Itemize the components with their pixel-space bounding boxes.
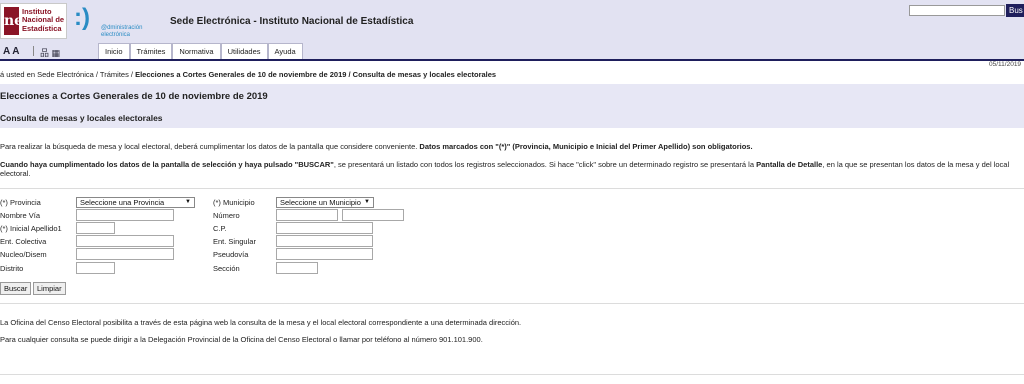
- info-paragraph-2: Para cualquier consulta se puede dirigir…: [0, 335, 483, 344]
- breadcrumb-path[interactable]: á usted en Sede Electrónica / Trámites /: [0, 70, 135, 79]
- nucleo-label: Nucleo/Disem: [0, 250, 47, 259]
- buscar-button[interactable]: Buscar: [0, 282, 32, 295]
- nucleo-input[interactable]: [76, 248, 174, 260]
- breadcrumb-current: Elecciones a Cortes Generales de 10 de n…: [135, 70, 497, 79]
- provincia-selected-value: Seleccione una Provincia: [80, 198, 165, 207]
- intro-2-bold-2: Pantalla de Detalle: [756, 160, 823, 169]
- ine-logo[interactable]: ne Instituto Nacional de Estadística: [0, 3, 67, 39]
- tab-utilidades[interactable]: Utilidades: [220, 43, 268, 60]
- section-subtitle: Consulta de mesas y locales electorales: [0, 113, 163, 123]
- cp-label: C.P.: [213, 224, 227, 233]
- ine-logo-text: Instituto Nacional de Estadística: [22, 7, 65, 33]
- distrito-input[interactable]: [76, 262, 115, 274]
- nombre-via-input[interactable]: [76, 209, 174, 221]
- tab-inicio[interactable]: Inicio: [98, 43, 130, 60]
- ent-colectiva-label: Ent. Colectiva: [0, 237, 47, 246]
- intro-1-text: Para realizar la búsqueda de mesa y loca…: [0, 142, 420, 151]
- site-title: Sede Electrónica - Instituto Nacional de…: [170, 16, 414, 27]
- divider: [0, 303, 1024, 304]
- cp-input[interactable]: [276, 222, 373, 234]
- provincia-label: (*) Provincia: [0, 198, 41, 207]
- font-size-controls[interactable]: A A: [3, 46, 19, 57]
- sitemap-icon[interactable]: 品 ▦: [40, 46, 60, 59]
- distrito-label: Distrito: [0, 264, 24, 273]
- numero-input[interactable]: [276, 209, 338, 221]
- intro-1-required-note: Datos marcados con "(*)" (Provincia, Mun…: [419, 142, 753, 151]
- divider: [0, 188, 1024, 189]
- ine-logo-mark: ne: [4, 7, 23, 35]
- header-rule: [0, 59, 1024, 61]
- page-title: Elecciones a Cortes Generales de 10 de n…: [0, 91, 268, 102]
- nombre-via-label: Nombre Vía: [0, 211, 41, 220]
- main-nav-tabs: Inicio Trámites Normativa Utilidades Ayu…: [98, 43, 303, 60]
- tab-tramites[interactable]: Trámites: [129, 43, 173, 60]
- seccion-input[interactable]: [276, 262, 318, 274]
- administracion-electronica-logo-text: @dministración electrónica: [101, 25, 143, 38]
- municipio-select[interactable]: Seleccione un Municipio ▼: [276, 197, 374, 208]
- seccion-label: Sección: [213, 264, 240, 273]
- info-paragraph-1: La Oficina del Censo Electoral posibilit…: [0, 318, 522, 327]
- divider: [0, 374, 1024, 375]
- toolbar-divider: [33, 46, 34, 56]
- breadcrumb: á usted en Sede Electrónica / Trámites /…: [0, 70, 496, 79]
- intro-2-text-1: , se presentará un listado con todos los…: [333, 160, 757, 169]
- municipio-selected-value: Seleccione un Municipio: [280, 198, 361, 207]
- chevron-down-icon: ▼: [185, 199, 191, 205]
- intro-paragraph-2: Cuando haya cumplimentado los datos de l…: [0, 160, 1024, 178]
- search-input[interactable]: [909, 5, 1005, 16]
- inicial-apellido-input[interactable]: [76, 222, 115, 234]
- provincia-select[interactable]: Seleccione una Provincia ▼: [76, 197, 195, 208]
- chevron-down-icon: ▼: [364, 199, 370, 205]
- search-button[interactable]: Bus: [1006, 4, 1024, 17]
- ent-colectiva-input[interactable]: [76, 235, 174, 247]
- pseudovia-input[interactable]: [276, 248, 373, 260]
- municipio-label: (*) Municipio: [213, 198, 255, 207]
- administracion-electronica-logo-icon[interactable]: :): [74, 5, 90, 31]
- numero-extra-input[interactable]: [342, 209, 404, 221]
- current-date: 05/11/2019: [989, 61, 1022, 68]
- ent-singular-label: Ent. Singular: [213, 237, 256, 246]
- intro-2-bold-1: Cuando haya cumplimentado los datos de l…: [0, 160, 334, 169]
- inicial-apellido-label: (*) Inicial Apellido1: [0, 224, 62, 233]
- tab-ayuda[interactable]: Ayuda: [267, 43, 303, 60]
- pseudovia-label: Pseudovía: [213, 250, 249, 259]
- tab-normativa[interactable]: Normativa: [172, 43, 221, 60]
- intro-paragraph-1: Para realizar la búsqueda de mesa y loca…: [0, 142, 1024, 151]
- ent-singular-input[interactable]: [276, 235, 373, 247]
- numero-label: Número: [213, 211, 240, 220]
- limpiar-button[interactable]: Limpiar: [33, 282, 66, 295]
